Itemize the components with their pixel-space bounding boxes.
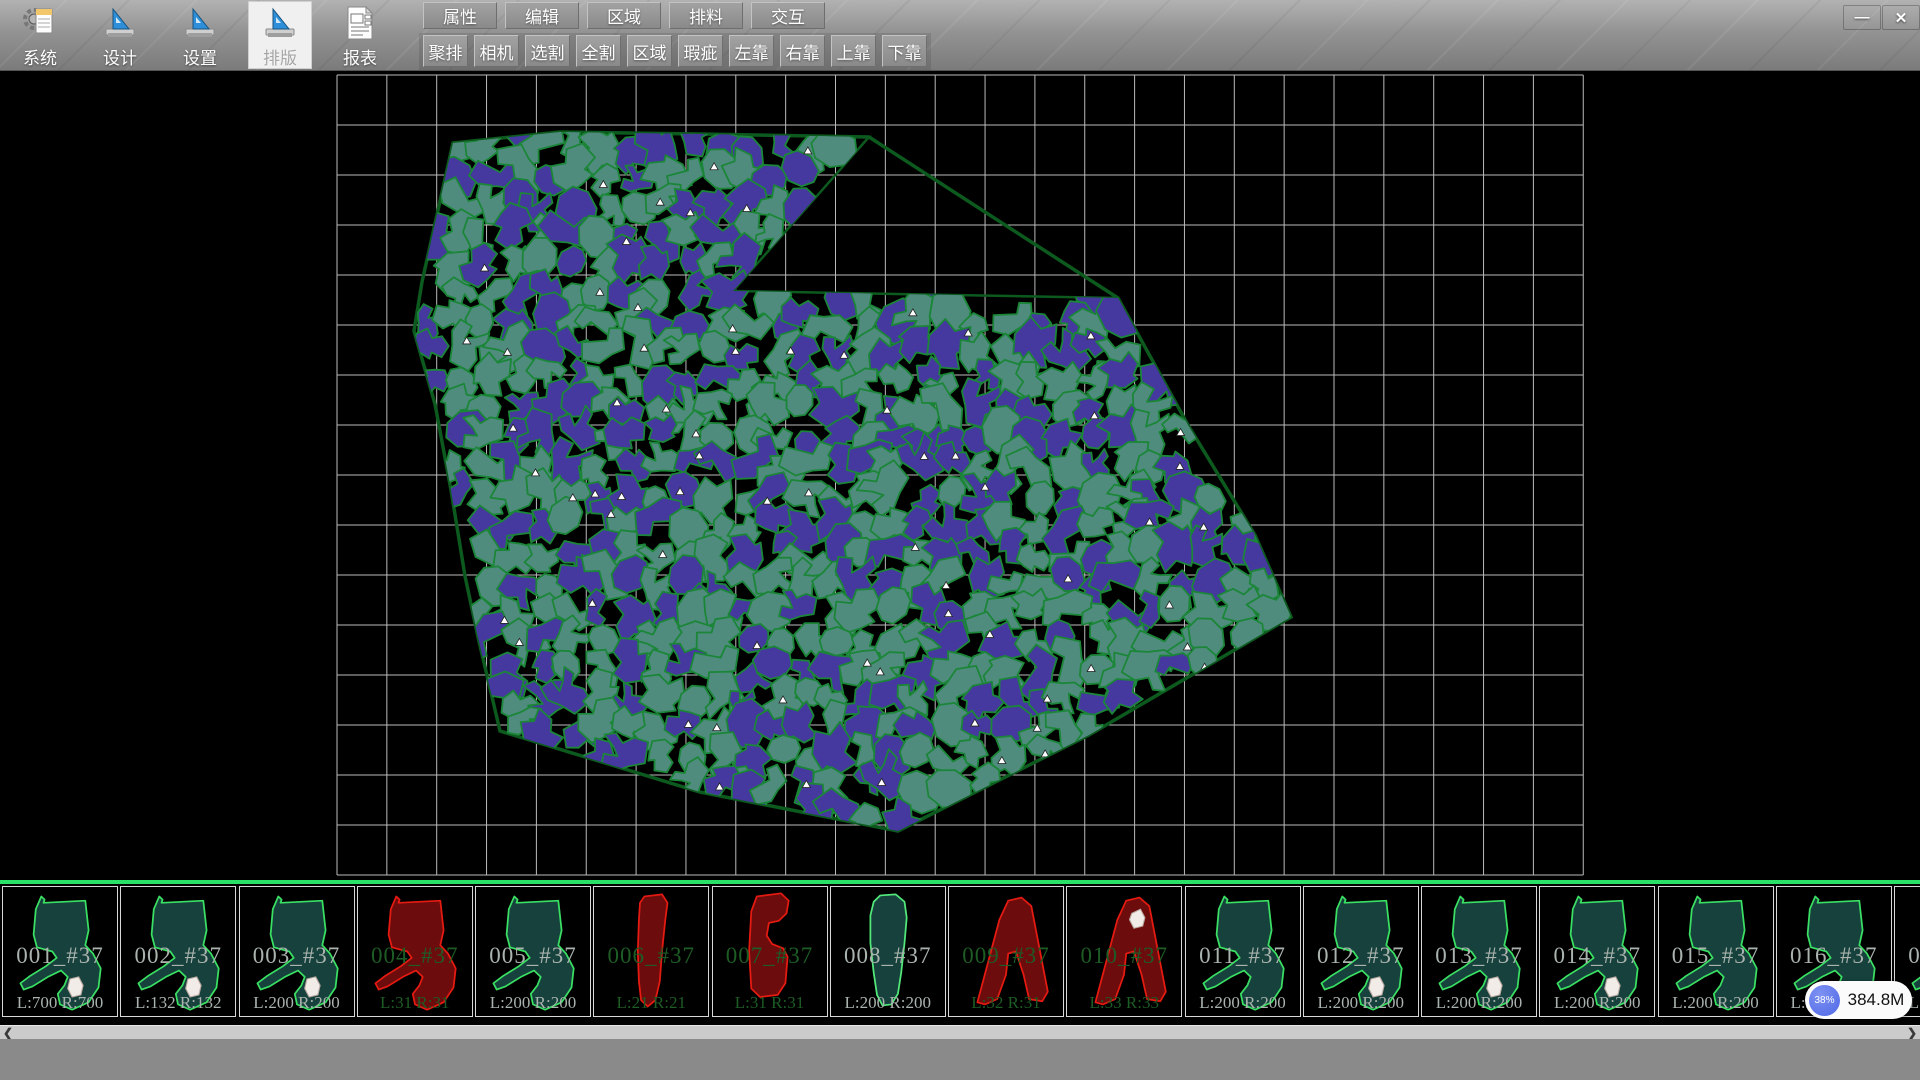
mode-button-label: 系统 [23,44,57,69]
report-icon [339,3,381,43]
menu-item-row1-5[interactable]: 交互 [751,2,825,29]
filmstrip-cell-007_#37[interactable]: 007_#37 L:31 R:31 [712,886,828,1017]
mode-button-4[interactable]: 排版 [248,1,312,69]
layout-icon [259,3,301,43]
scroll-right-button[interactable]: ❯ [1904,1026,1920,1040]
filmstrip-cell-004_#37[interactable]: 004_#37 L:31 R:31 [357,886,473,1017]
filmstrip-cell-012_#37[interactable]: 012_#37 L:200 R:200 [1303,886,1419,1017]
tool-item-row2-7[interactable]: 左靠 [729,35,774,67]
piece-thumbnail [951,888,1061,1015]
progress-badge: 38% 384.8M [1805,981,1912,1019]
piece-thumbnail [123,888,233,1015]
filmstrip-cell-001_#37[interactable]: 001_#37 L:700 R:700 [2,886,118,1017]
main-mode-buttons: 系统 设计 设置 排版 [8,1,392,69]
menu-item-row1-2[interactable]: 编辑 [505,2,579,29]
tool-item-row2-6[interactable]: 瑕疵 [678,35,723,67]
tool-item-row2-2[interactable]: 相机 [474,35,519,67]
filmstrip-cell-013_#37[interactable]: 013_#37 L:200 R:200 [1421,886,1537,1017]
tool-item-row2-5[interactable]: 区域 [627,35,672,67]
piece-thumbnail [1069,888,1179,1015]
close-button[interactable]: ✕ [1882,5,1920,30]
mode-button-1[interactable]: 系统 [8,1,72,69]
nesting-canvas[interactable] [0,70,1920,884]
piece-thumbnail [1424,888,1534,1015]
piece-thumbnail [1661,888,1771,1015]
filmstrip-cell-003_#37[interactable]: 003_#37 L:200 R:200 [239,886,355,1017]
horizontal-scrollbar[interactable]: ❮ ❯ [0,1025,1920,1039]
filmstrip-cell-005_#37[interactable]: 005_#37 L:200 R:200 [475,886,591,1017]
mode-button-3[interactable]: 设置 [168,1,232,69]
settings-icon [179,3,221,43]
app-window: 系统 设计 设置 排版 [0,0,1920,1080]
toolbar: 系统 设计 设置 排版 [0,0,1920,71]
mode-button-label: 报表 [343,44,377,69]
minimize-button[interactable]: — [1843,5,1881,30]
mode-button-5[interactable]: 报表 [328,1,392,69]
filmstrip-cell-010_#37[interactable]: 010_#37 L:33 R:33 [1066,886,1182,1017]
system-icon [19,3,61,43]
tool-item-row2-3[interactable]: 选割 [525,35,570,67]
piece-thumbnail [715,888,825,1015]
tool-item-row2-8[interactable]: 右靠 [780,35,825,67]
mode-button-label: 设置 [183,44,217,69]
piece-thumbnail [833,888,943,1015]
menu-item-row1-1[interactable]: 属性 [423,2,497,29]
piece-filmstrip: 001_#37 L:700 R:700 002_#37 L:132 R:132 … [0,884,1920,1025]
memory-label: 384.8M [1840,990,1912,1010]
mode-button-label: 排版 [263,44,297,69]
filmstrip-cell-006_#37[interactable]: 006_#37 L:21 R:21 [593,886,709,1017]
piece-thumbnail [242,888,352,1015]
menu-item-row1-3[interactable]: 区域 [587,2,661,29]
tool-item-row2-9[interactable]: 上靠 [831,35,876,67]
piece-thumbnail [478,888,588,1015]
nested-pieces-layer [413,120,1296,842]
piece-thumbnail [1542,888,1652,1015]
filmstrip-cell-009_#37[interactable]: 009_#37 L:32 R:31 [948,886,1064,1017]
scroll-left-button[interactable]: ❮ [0,1026,16,1040]
filmstrip-cell-011_#37[interactable]: 011_#37 L:200 R:200 [1185,886,1301,1017]
filmstrip-cell-008_#37[interactable]: 008_#37 L:200 R:200 [830,886,946,1017]
piece-thumbnail [1188,888,1298,1015]
design-icon [99,3,141,43]
piece-thumbnail [1306,888,1416,1015]
filmstrip-cell-002_#37[interactable]: 002_#37 L:132 R:132 [120,886,236,1017]
piece-thumbnail [5,888,115,1015]
bottom-bar [0,1039,1920,1080]
piece-thumbnail [596,888,706,1015]
tool-item-row2-1[interactable]: 聚排 [423,35,468,67]
menu-row-2: 聚排相机选割全割区域瑕疵左靠右靠上靠下靠 [423,35,927,67]
mode-button-label: 设计 [103,44,137,69]
piece-thumbnail [360,888,470,1015]
mode-button-2[interactable]: 设计 [88,1,152,69]
filmstrip-cell-014_#37[interactable]: 014_#37 L:200 R:200 [1539,886,1655,1017]
tool-item-row2-10[interactable]: 下靠 [882,35,927,67]
menu-row-1: 属性编辑区域排料交互 [423,2,825,29]
menu-item-row1-4[interactable]: 排料 [669,2,743,29]
filmstrip-cell-015_#37[interactable]: 015_#37 L:200 R:200 [1658,886,1774,1017]
tool-item-row2-4[interactable]: 全割 [576,35,621,67]
progress-percent-circle: 38% [1809,985,1840,1016]
